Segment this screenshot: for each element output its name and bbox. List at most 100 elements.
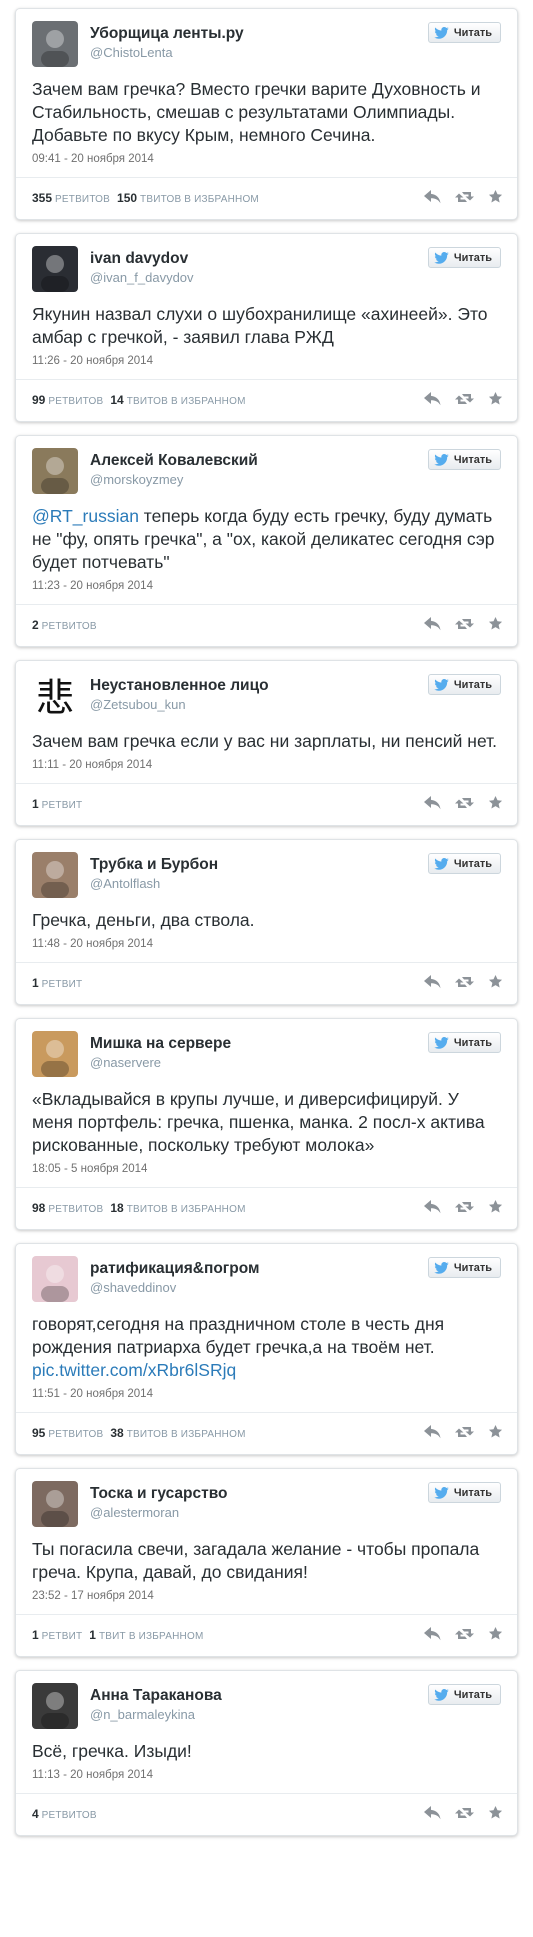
author-name[interactable]: Уборщица ленты.ру [90,24,244,44]
tweet-actions [410,189,503,204]
tweet-date[interactable]: 11:11 - 20 ноября 2014 [32,757,503,773]
follow-button[interactable]: Читать [427,22,501,43]
retweet-count[interactable]: 1 [32,797,39,811]
tweet-footer: 355 ретвитов 150 твитов в избранном [16,177,517,219]
avatar[interactable] [32,1683,78,1729]
follow-button[interactable]: Читать [427,449,501,470]
author-handle[interactable]: @morskoyzmey [90,471,258,489]
tweet-date[interactable]: 11:23 - 20 ноября 2014 [32,578,503,594]
retweet-count[interactable]: 2 [32,618,39,632]
retweet-icon[interactable] [455,1425,474,1439]
reply-icon[interactable] [424,189,441,204]
reply-icon[interactable] [424,1424,441,1439]
avatar[interactable] [32,246,78,292]
favorite-star-icon[interactable] [488,795,503,810]
reply-icon[interactable] [424,616,441,631]
follow-button[interactable]: Читать [427,1684,501,1705]
twitter-bird-icon [434,453,449,466]
favorite-star-icon[interactable] [488,1424,503,1439]
author-name[interactable]: ратификация&погром [90,1259,259,1279]
tweet-footer: 98 ретвитов 18 твитов в избранном [16,1187,517,1229]
favorite-star-icon[interactable] [488,391,503,406]
pic-link[interactable]: pic.twitter.com/xRbr6lSRjq [32,1360,236,1380]
author-handle[interactable]: @alestermoran [90,1504,228,1522]
mention-link[interactable]: @RT_russian [32,506,139,526]
tweet-date[interactable]: 11:48 - 20 ноября 2014 [32,936,503,952]
retweet-count[interactable]: 4 [32,1807,39,1821]
favorite-star-icon[interactable] [488,189,503,204]
tweet-date[interactable]: 11:26 - 20 ноября 2014 [32,353,503,369]
tweet-date[interactable]: 09:41 - 20 ноября 2014 [32,151,503,167]
tweet-text: «Вкладывайся в крупы лучше, и диверсифиц… [32,1088,503,1157]
author-handle[interactable]: @naservere [90,1054,231,1072]
favorite-star-icon[interactable] [488,616,503,631]
retweet-icon[interactable] [455,1200,474,1214]
avatar[interactable] [32,1481,78,1527]
author-handle[interactable]: @Zetsubou_kun [90,696,269,714]
author-name[interactable]: Анна Тараканова [90,1686,222,1706]
retweet-count[interactable]: 355 [32,191,52,205]
author-name[interactable]: Неустановленное лицо [90,676,269,696]
favorite-count[interactable]: 18 [110,1201,123,1215]
author-handle[interactable]: @ivan_f_davydov [90,269,194,287]
retweet-icon[interactable] [455,975,474,989]
twitter-bird-icon [434,1036,449,1049]
reply-icon[interactable] [424,795,441,810]
author-handle[interactable]: @Antolflash [90,875,218,893]
retweet-icon[interactable] [455,190,474,204]
avatar[interactable] [32,448,78,494]
favorite-star-icon[interactable] [488,1805,503,1820]
retweet-count[interactable]: 98 [32,1201,45,1215]
favorite-star-icon[interactable] [488,1626,503,1641]
author-name[interactable]: Алексей Ковалевский [90,451,258,471]
retweet-count[interactable]: 1 [32,976,39,990]
reply-icon[interactable] [424,974,441,989]
retweet-icon[interactable] [455,796,474,810]
avatar[interactable] [32,21,78,67]
favorite-star-icon[interactable] [488,1199,503,1214]
tweet-card: ivan davydov @ivan_f_davydov Читать Якунин … [15,233,518,422]
follow-button[interactable]: Читать [427,1257,501,1278]
author-name[interactable]: ivan davydov [90,249,194,269]
retweet-icon[interactable] [455,1627,474,1641]
tweet-date[interactable]: 11:51 - 20 ноября 2014 [32,1386,503,1402]
follow-button[interactable]: Читать [427,853,501,874]
author-name[interactable]: Трубка и Бурбон [90,855,218,875]
author-handle[interactable]: @ChistoLenta [90,44,244,62]
favorite-count[interactable]: 1 [89,1628,96,1642]
follow-button[interactable]: Читать [427,247,501,268]
tweet-stats: 2 ретвитов [32,618,104,632]
author-handle[interactable]: @shaveddinov [90,1279,259,1297]
tweet-header: Уборщица ленты.ру @ChistoLenta Читать [32,21,503,67]
retweet-icon[interactable] [455,617,474,631]
favorite-count[interactable]: 150 [117,191,137,205]
avatar[interactable] [32,1031,78,1077]
reply-icon[interactable] [424,1805,441,1820]
avatar[interactable] [32,1256,78,1302]
avatar[interactable]: 悲 [32,673,78,719]
retweet-count[interactable]: 1 [32,1628,39,1642]
favorite-count[interactable]: 38 [110,1426,123,1440]
avatar[interactable] [32,852,78,898]
reply-icon[interactable] [424,1199,441,1214]
author-name[interactable]: Тоска и гусарство [90,1484,228,1504]
favorite-count[interactable]: 14 [110,393,123,407]
twitter-bird-icon [434,857,449,870]
tweet-date[interactable]: 23:52 - 17 ноября 2014 [32,1588,503,1604]
avatar-glyph: 悲 [36,676,74,719]
tweet-date[interactable]: 11:13 - 20 ноября 2014 [32,1767,503,1783]
author-handle[interactable]: @n_barmaleykina [90,1706,222,1724]
tweet-actions [410,974,503,989]
author-name[interactable]: Мишка на сервере [90,1034,231,1054]
retweet-count[interactable]: 95 [32,1426,45,1440]
reply-icon[interactable] [424,391,441,406]
retweet-count[interactable]: 99 [32,393,45,407]
follow-button[interactable]: Читать [427,1482,501,1503]
favorite-star-icon[interactable] [488,974,503,989]
retweet-icon[interactable] [455,392,474,406]
retweet-icon[interactable] [455,1806,474,1820]
follow-button[interactable]: Читать [427,674,501,695]
tweet-date[interactable]: 18:05 - 5 ноября 2014 [32,1161,503,1177]
follow-button[interactable]: Читать [427,1032,501,1053]
reply-icon[interactable] [424,1626,441,1641]
